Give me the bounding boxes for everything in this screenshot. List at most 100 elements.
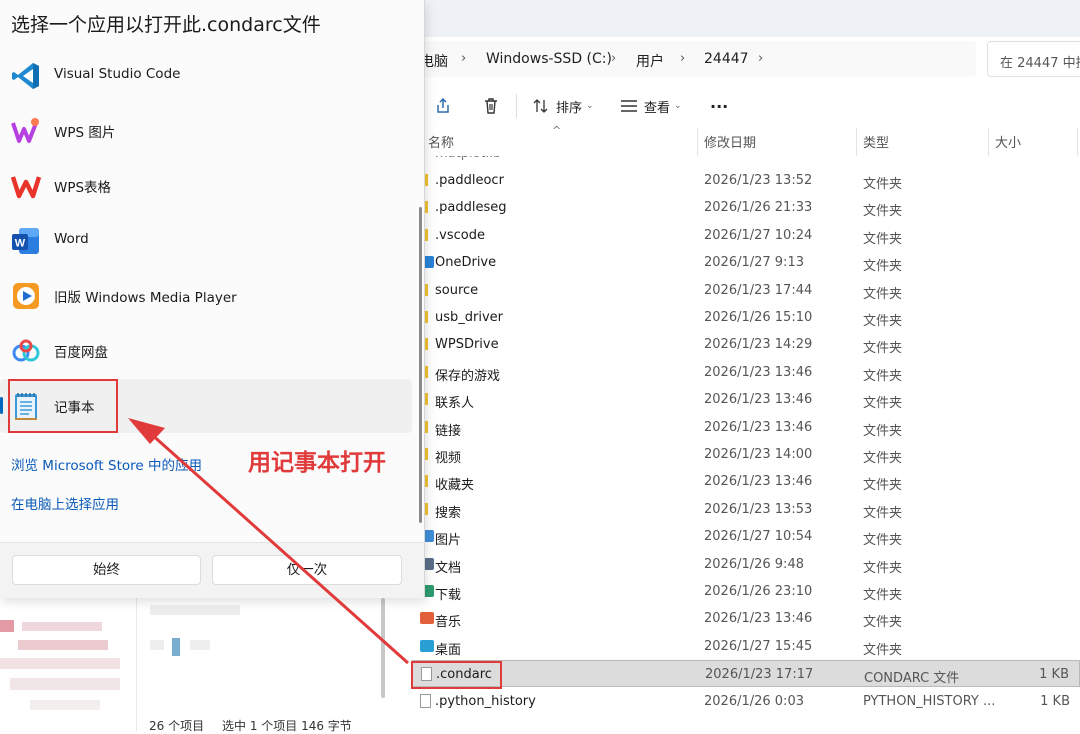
table-row[interactable]: 图片 2026/1/27 10:54 文件夹 bbox=[412, 523, 1080, 550]
table-row-partial: matplotlib bbox=[412, 156, 1080, 162]
column-divider[interactable] bbox=[856, 128, 857, 156]
sort-button[interactable]: 排序 ⌄ bbox=[532, 86, 594, 126]
app-label: 百度网盘 bbox=[54, 345, 108, 361]
app-label: WPS表格 bbox=[54, 180, 112, 196]
file-date: 2026/1/27 9:13 bbox=[704, 255, 804, 271]
wps-sheet-icon bbox=[10, 176, 42, 199]
share-icon[interactable] bbox=[434, 86, 452, 126]
file-type: 文件夹 bbox=[863, 177, 903, 192]
column-header-date[interactable]: 修改日期 bbox=[704, 132, 756, 156]
table-row[interactable]: .vscode 2026/1/27 10:24 文件夹 bbox=[412, 222, 1080, 249]
table-row[interactable]: .paddleocr 2026/1/23 13:52 文件夹 bbox=[412, 167, 1080, 194]
search-input[interactable]: 在 24447 中搜 bbox=[987, 41, 1080, 77]
column-divider[interactable] bbox=[1077, 128, 1078, 156]
address-bar[interactable]: 电脑 › Windows-SSD (C:) › 用户 › 24447 › bbox=[400, 41, 976, 77]
file-type: 文件夹 bbox=[863, 341, 903, 357]
toolbar-divider bbox=[516, 94, 517, 118]
column-header-size[interactable]: 大小 bbox=[995, 132, 1021, 156]
command-bar: 排序 ⌄ 查看 ⌄ ... bbox=[400, 86, 1080, 126]
navigation-scrollbar[interactable] bbox=[381, 598, 385, 698]
column-header-type[interactable]: 类型 bbox=[863, 132, 889, 156]
status-item-count: 26 个项目 bbox=[149, 719, 205, 733]
table-row[interactable]: 保存的游戏 2026/1/23 13:46 文件夹 bbox=[412, 359, 1080, 386]
file-type: CONDARC 文件 bbox=[864, 671, 960, 687]
table-row[interactable]: 搜索 2026/1/23 13:53 文件夹 bbox=[412, 496, 1080, 523]
file-date: 2026/1/23 13:46 bbox=[704, 611, 813, 627]
file-date: 2026/1/26 9:48 bbox=[704, 556, 804, 572]
chevron-right-icon: › bbox=[461, 51, 467, 66]
media-player-icon bbox=[13, 283, 39, 309]
always-button[interactable]: 始终 bbox=[12, 555, 201, 585]
table-row[interactable]: 联系人 2026/1/23 13:46 文件夹 bbox=[412, 386, 1080, 413]
file-size: 1 KB bbox=[1040, 693, 1070, 709]
chevron-right-icon: › bbox=[758, 51, 764, 66]
highlight-box-condarc bbox=[411, 661, 502, 689]
store-link[interactable]: 浏览 Microsoft Store 中的应用 bbox=[11, 454, 202, 474]
just-once-button[interactable]: 仅一次 bbox=[212, 555, 402, 585]
file-name: 保存的游戏 bbox=[435, 368, 501, 384]
baidu-netdisk-icon bbox=[12, 339, 40, 362]
table-row[interactable]: source 2026/1/23 17:44 文件夹 bbox=[412, 277, 1080, 304]
file-name: .paddleocr bbox=[435, 173, 504, 188]
file-name: usb_driver bbox=[435, 310, 504, 325]
table-row[interactable]: 文档 2026/1/26 9:48 文件夹 bbox=[412, 551, 1080, 578]
vscode-icon bbox=[12, 63, 39, 89]
app-option-vscode[interactable]: Visual Studio Code bbox=[0, 49, 412, 103]
breadcrumb-user-folder[interactable]: 24447 bbox=[704, 51, 749, 67]
breadcrumb-drive[interactable]: Windows-SSD (C:) bbox=[486, 51, 612, 67]
file-name: 链接 bbox=[435, 423, 462, 439]
desktop-folder-icon bbox=[420, 639, 434, 652]
more-options-button[interactable]: ... bbox=[710, 82, 728, 122]
file-name: 视频 bbox=[435, 451, 462, 466]
svg-text:W: W bbox=[15, 238, 26, 250]
selection-indicator bbox=[0, 397, 3, 414]
app-label: Visual Studio Code bbox=[54, 66, 181, 82]
table-row[interactable]: 下载 2026/1/26 23:10 文件夹 bbox=[412, 578, 1080, 605]
app-option-media-player[interactable]: 旧版 Windows Media Player bbox=[0, 269, 412, 323]
file-date: 2026/1/23 13:46 bbox=[704, 419, 813, 435]
file-type: 文件夹 bbox=[863, 314, 903, 329]
file-type: 文件夹 bbox=[863, 368, 903, 384]
app-option-wps-picture[interactable]: WPS 图片 bbox=[0, 104, 412, 158]
file-icon bbox=[420, 693, 431, 708]
app-option-wps-sheet[interactable]: WPS表格 bbox=[0, 159, 412, 213]
file-date: 2026/1/23 17:17 bbox=[705, 667, 814, 683]
table-row[interactable]: usb_driver 2026/1/26 15:10 文件夹 bbox=[412, 304, 1080, 331]
file-name: 下载 bbox=[435, 588, 462, 603]
column-header-name[interactable]: 名称 bbox=[428, 132, 454, 156]
app-option-word[interactable]: W Word bbox=[0, 214, 412, 268]
table-row[interactable]: .python_history 2026/1/26 0:03 PYTHON_HIST… bbox=[412, 688, 1080, 715]
table-row[interactable]: 收藏夹 2026/1/23 13:46 文件夹 bbox=[412, 468, 1080, 495]
file-name: 文档 bbox=[435, 560, 462, 576]
file-name: 音乐 bbox=[435, 615, 462, 631]
dialog-scrollbar[interactable] bbox=[419, 207, 422, 523]
file-date: 2026/1/23 17:44 bbox=[704, 282, 813, 298]
table-row[interactable]: WPSDrive 2026/1/23 14:29 文件夹 bbox=[412, 331, 1080, 358]
table-row[interactable]: .condarc 2026/1/23 17:17 CONDARC 文件 1 KB bbox=[412, 660, 1080, 688]
app-option-baidu-netdisk[interactable]: 百度网盘 bbox=[0, 324, 412, 378]
table-row[interactable]: 视频 2026/1/23 14:00 文件夹 bbox=[412, 441, 1080, 468]
sort-label: 排序 bbox=[556, 100, 583, 116]
view-button[interactable]: 查看 ⌄ bbox=[620, 86, 682, 126]
app-label: Word bbox=[54, 231, 89, 247]
file-date: 2026/1/27 15:45 bbox=[704, 638, 813, 654]
file-date: 2026/1/23 13:52 bbox=[704, 173, 813, 188]
file-type: 文件夹 bbox=[863, 505, 903, 521]
table-row[interactable]: .paddleseg 2026/1/26 21:33 文件夹 bbox=[412, 194, 1080, 221]
word-icon: W bbox=[12, 228, 39, 254]
file-date: 2026/1/23 13:53 bbox=[704, 501, 813, 517]
column-divider[interactable] bbox=[697, 128, 698, 156]
table-row[interactable]: OneDrive 2026/1/27 9:13 文件夹 bbox=[412, 249, 1080, 276]
column-divider[interactable] bbox=[988, 128, 989, 156]
breadcrumb-users[interactable]: 用户 bbox=[636, 51, 664, 71]
table-row[interactable]: 音乐 2026/1/23 13:46 文件夹 bbox=[412, 605, 1080, 632]
delete-icon[interactable] bbox=[482, 86, 500, 126]
table-row[interactable]: 桌面 2026/1/27 15:45 文件夹 bbox=[412, 633, 1080, 660]
open-with-dialog: 选择一个应用以打开此.condarc文件 Visual Studio Code … bbox=[0, 0, 425, 598]
file-date: 2026/1/23 14:00 bbox=[704, 447, 813, 462]
table-row[interactable]: 链接 2026/1/23 13:46 文件夹 bbox=[412, 414, 1080, 441]
file-type: 文件夹 bbox=[863, 259, 903, 275]
choose-app-link[interactable]: 在电脑上选择应用 bbox=[11, 493, 119, 513]
chevron-down-icon: ⌄ bbox=[586, 101, 594, 111]
file-type: 文件夹 bbox=[863, 560, 903, 576]
